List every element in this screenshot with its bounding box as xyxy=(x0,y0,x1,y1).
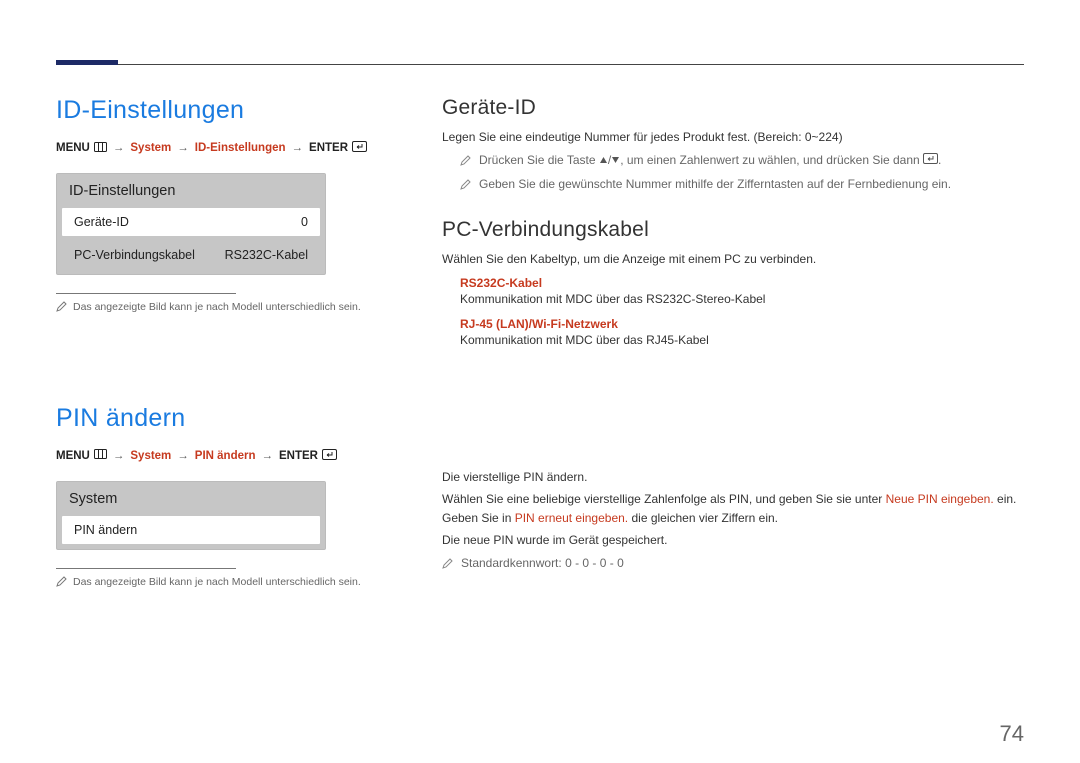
osd-row-value: RS232C-Kabel xyxy=(225,248,308,262)
enter-icon xyxy=(923,151,938,170)
pin-line2-a: Wählen Sie eine beliebige vierstellige Z… xyxy=(442,492,886,506)
chevron-right-icon: → xyxy=(175,142,191,154)
osd-header: ID-Einstellungen xyxy=(57,174,325,208)
note-device-id-2: Geben Sie die gewünschte Nummer mithilfe… xyxy=(442,175,1024,196)
pencil-icon xyxy=(56,301,67,318)
note-part-c: . xyxy=(938,153,941,167)
note-part-a: Drücken Sie die Taste xyxy=(479,153,599,167)
bc-system: System xyxy=(130,450,171,462)
down-arrow-icon xyxy=(611,151,620,170)
note-part-b: , um einen Zahlenwert zu wählen, und drü… xyxy=(620,153,923,167)
pin-line3: Die neue PIN wurde im Gerät gespeichert. xyxy=(442,531,1024,550)
menu-grid-icon xyxy=(94,449,107,462)
block-pin-right: Die vierstellige PIN ändern. Wählen Sie … xyxy=(442,468,1024,575)
pencil-icon xyxy=(460,177,471,196)
top-accent-bar xyxy=(56,60,118,65)
osd-row-value: 0 xyxy=(301,215,308,229)
option-rj45-term: RJ-45 (LAN)/Wi-Fi-Netzwerk xyxy=(460,317,1024,331)
divider xyxy=(56,293,236,294)
device-id-desc: Legen Sie eine eindeutige Nummer für jed… xyxy=(442,128,1024,147)
option-rj45-desc: Kommunikation mit MDC über das RJ45-Kabe… xyxy=(460,331,1024,350)
footnote-pin-change: Das angezeigte Bild kann je nach Modell … xyxy=(56,575,396,593)
divider xyxy=(56,568,236,569)
osd-row-label: PC-Verbindungskabel xyxy=(74,248,195,262)
osd-panel-pin-change: System PIN ändern xyxy=(56,481,326,550)
osd-row-label: Geräte-ID xyxy=(74,215,129,229)
osd-row-pc-cable: PC-Verbindungskabel RS232C-Kabel xyxy=(62,241,320,269)
breadcrumb-id-settings: MENU → System → ID-Einstellungen → ENTER xyxy=(56,141,396,155)
pin-line1: Die vierstellige PIN ändern. xyxy=(442,468,1024,487)
chevron-right-icon: → xyxy=(175,450,191,462)
note-device-id-1: Drücken Sie die Taste /, um einen Zahlen… xyxy=(442,151,1024,172)
note-text: Drücken Sie die Taste /, um einen Zahlen… xyxy=(479,151,941,170)
pin-line2-red1: Neue PIN eingeben. xyxy=(886,492,994,506)
columns: ID-Einstellungen MENU → System → ID-Eins… xyxy=(56,54,1024,593)
osd-row-device-id: Geräte-ID 0 xyxy=(62,208,320,236)
footnote-text: Das angezeigte Bild kann je nach Modell … xyxy=(73,300,361,316)
chevron-right-icon: → xyxy=(111,450,127,462)
osd-header: System xyxy=(57,482,325,516)
osd-row-label: PIN ändern xyxy=(74,523,137,537)
osd-panel-id-settings: ID-Einstellungen Geräte-ID 0 PC-Verbindu… xyxy=(56,173,326,275)
note-text: Geben Sie die gewünschte Nummer mithilfe… xyxy=(479,175,951,194)
enter-icon xyxy=(352,141,367,155)
bc-enter-label: ENTER xyxy=(279,450,318,462)
osd-row-pin-change: PIN ändern xyxy=(62,516,320,544)
pin-line2: Wählen Sie eine beliebige vierstellige Z… xyxy=(442,490,1024,527)
pencil-icon xyxy=(56,576,67,593)
section-title-pin-change: PIN ändern xyxy=(56,404,396,433)
note-text: Standardkennwort: 0 - 0 - 0 - 0 xyxy=(461,554,624,573)
option-rs232c-desc: Kommunikation mit MDC über das RS232C-St… xyxy=(460,290,1024,309)
chevron-right-icon: → xyxy=(260,450,276,462)
bc-enter-label: ENTER xyxy=(309,142,348,154)
pc-cable-desc: Wählen Sie den Kabeltyp, um die Anzeige … xyxy=(442,250,1024,269)
note-pin-default: Standardkennwort: 0 - 0 - 0 - 0 xyxy=(442,554,1024,575)
enter-icon xyxy=(322,449,337,463)
right-column: Geräte-ID Legen Sie eine eindeutige Numm… xyxy=(442,96,1024,593)
chevron-right-icon: → xyxy=(290,142,306,154)
subhead-pc-cable: PC-Verbindungskabel xyxy=(442,218,1024,242)
bc-system: System xyxy=(130,142,171,154)
pencil-icon xyxy=(442,556,453,575)
option-rs232c-term: RS232C-Kabel xyxy=(460,276,1024,290)
pin-line2-red2: PIN erneut eingeben. xyxy=(515,511,628,525)
left-column: ID-Einstellungen MENU → System → ID-Eins… xyxy=(56,96,396,593)
up-arrow-icon xyxy=(599,151,608,170)
pencil-icon xyxy=(460,153,471,172)
bc-menu-label: MENU xyxy=(56,142,90,154)
chevron-right-icon: → xyxy=(111,142,127,154)
footnote-text: Das angezeigte Bild kann je nach Modell … xyxy=(73,575,361,591)
subhead-device-id: Geräte-ID xyxy=(442,96,1024,120)
menu-grid-icon xyxy=(94,142,107,155)
bc-pin-change: PIN ändern xyxy=(195,450,256,462)
breadcrumb-pin-change: MENU → System → PIN ändern → ENTER xyxy=(56,449,396,463)
manual-page: ID-Einstellungen MENU → System → ID-Eins… xyxy=(0,0,1080,763)
footnote-id-settings: Das angezeigte Bild kann je nach Modell … xyxy=(56,300,396,318)
section-title-id-settings: ID-Einstellungen xyxy=(56,96,396,125)
spacer xyxy=(56,318,396,404)
pin-line2-c: die gleichen vier Ziffern ein. xyxy=(628,511,778,525)
pc-cable-options: RS232C-Kabel Kommunikation mit MDC über … xyxy=(442,276,1024,349)
block-pc-cable: PC-Verbindungskabel Wählen Sie den Kabel… xyxy=(442,218,1024,350)
page-number: 74 xyxy=(1000,721,1024,747)
bc-menu-label: MENU xyxy=(56,450,90,462)
bc-id-settings: ID-Einstellungen xyxy=(195,142,286,154)
top-rule xyxy=(56,64,1024,65)
